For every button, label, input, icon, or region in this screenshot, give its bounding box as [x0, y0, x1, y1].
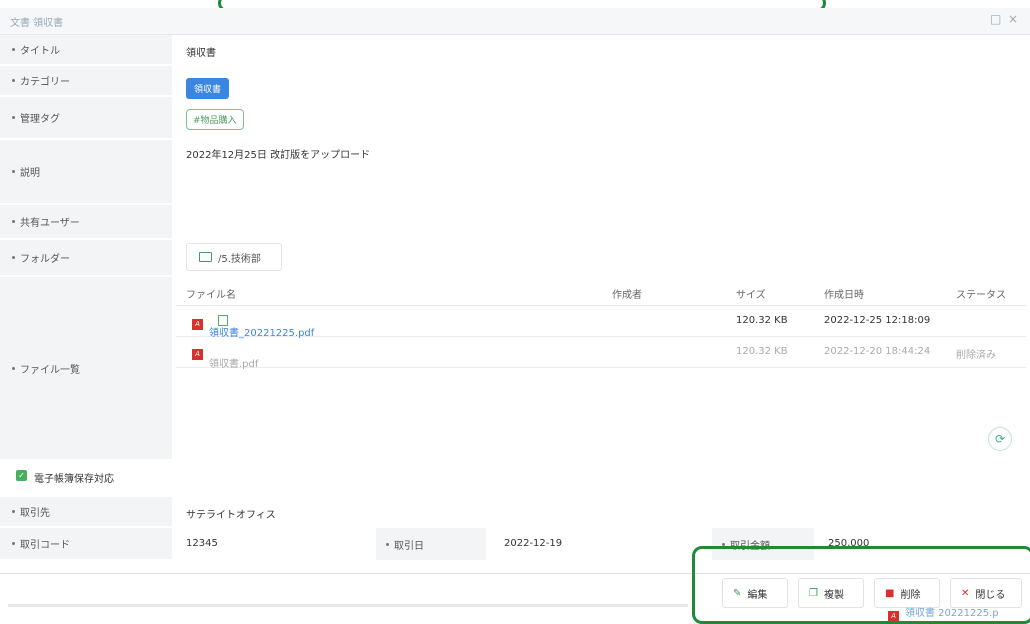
table-row[interactable]: A 領収書_20221225.pdf 120.32 KB 2022-12-25 1… — [176, 306, 1026, 339]
category-label: カテゴリー — [0, 66, 172, 96]
category-badge: 領収書 — [186, 78, 230, 99]
file-table-header: ファイル名 作成者 サイズ 作成日時 ステータス — [176, 277, 1026, 306]
trade-date-value: 2022-12-19 — [504, 538, 563, 549]
folder-icon — [199, 252, 212, 262]
file-table: ファイル名 作成者 サイズ 作成日時 ステータス A 領収書_20221225.p… — [176, 277, 1026, 459]
trade-code-label: 取引コード — [0, 528, 172, 560]
close-icon[interactable]: × — [1008, 12, 1018, 26]
pdf-icon: A — [192, 319, 203, 330]
tag-chip[interactable]: #物品購入 — [186, 109, 244, 130]
ebook-checkbox[interactable]: ✓ — [16, 470, 27, 481]
trade-date-label: 取引日 — [376, 528, 486, 560]
ebook-label: 電子帳簿保存対応 — [34, 474, 114, 485]
maximize-icon[interactable]: □ — [990, 12, 1001, 26]
table-row[interactable]: A 領収書.pdf 120.32 KB 2022-12-20 18:44:24 削… — [176, 337, 1026, 370]
partner-label: 取引先 — [0, 497, 172, 527]
description-value: 2022年12月25日 改訂版をアップロード — [186, 150, 371, 161]
folder-button[interactable]: /5.技術部 — [186, 243, 282, 271]
modal-bottom-shadow — [8, 604, 688, 607]
title-value: 領収書 — [186, 48, 216, 59]
window-title: 文書 領収書 — [10, 18, 64, 29]
title-label: タイトル — [0, 35, 172, 65]
file-list-label: ファイル一覧 — [0, 277, 172, 460]
window-titlebar: 文書 領収書 □ × — [0, 8, 1030, 35]
description-label: 説明 — [0, 140, 172, 204]
partner-value: サテライトオフィス — [186, 510, 276, 521]
shared-users-label: 共有ユーザー — [0, 205, 172, 239]
highlight-frame-buttons — [692, 546, 1030, 624]
pdf-icon: A — [192, 349, 203, 360]
folder-label: フォルダー — [0, 240, 172, 276]
tag-label: 管理タグ — [0, 97, 172, 139]
trade-code-value: 12345 — [186, 538, 218, 549]
status-badge: 削除済み — [956, 350, 996, 361]
refresh-icon[interactable]: ⟳ — [988, 427, 1012, 451]
